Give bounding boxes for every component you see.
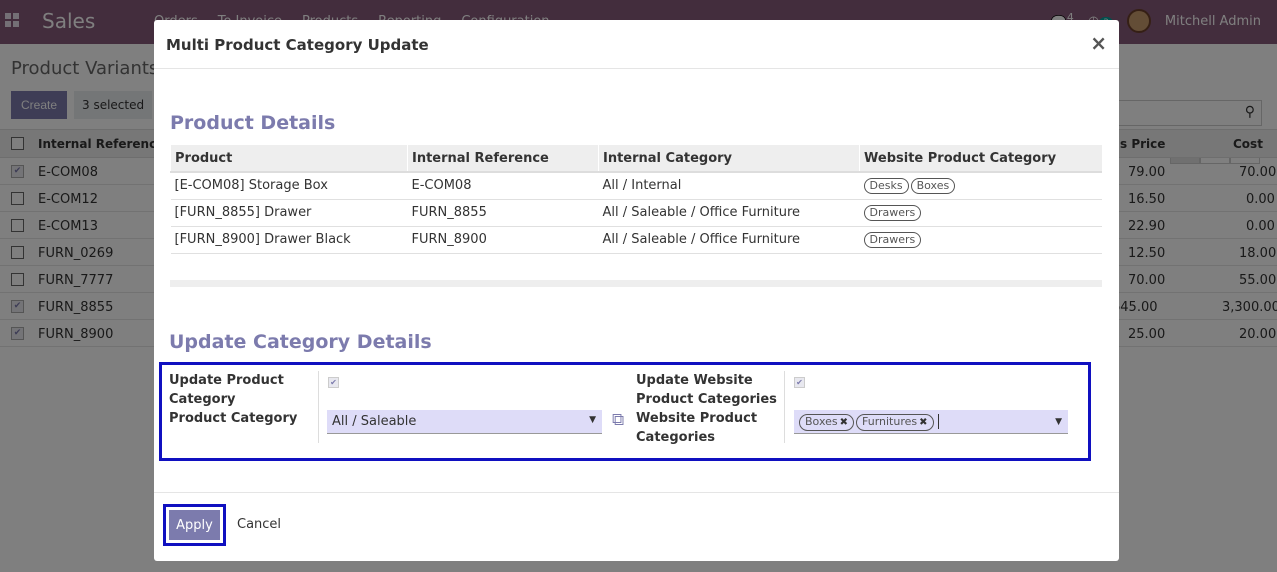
- website-categories-input[interactable]: Boxes ✖ Furnitures ✖ ▼: [794, 410, 1068, 434]
- header-product: Product: [170, 145, 408, 173]
- tag: Boxes: [910, 177, 956, 194]
- website-category-tags: Drawers: [859, 199, 1102, 227]
- tag: Drawers: [863, 231, 922, 248]
- multi-category-update-dialog: Multi Product Category Update × Product …: [154, 20, 1119, 561]
- product-category: All / Internal: [598, 172, 860, 200]
- remove-tag-icon[interactable]: ✖: [840, 417, 848, 428]
- product-category-value: All / Saleable: [332, 414, 417, 429]
- website-categories-label: Website Product Categories: [636, 411, 758, 445]
- tag-label: Furnitures: [862, 415, 918, 428]
- modal-title: Multi Product Category Update: [166, 36, 429, 54]
- divider: [318, 371, 319, 443]
- product-category-select[interactable]: All / Saleable ▼: [327, 410, 602, 434]
- header-internal-reference: Internal Reference: [407, 145, 599, 173]
- product-ref: E-COM08: [407, 172, 599, 200]
- product-name: [FURN_8855] Drawer: [170, 199, 408, 227]
- tag: Desks: [863, 177, 909, 194]
- close-icon[interactable]: ×: [1090, 31, 1107, 55]
- tag-furnitures: Furnitures ✖: [856, 414, 934, 431]
- product-ref: FURN_8900: [407, 226, 599, 254]
- website-category-tags: Desks Boxes: [859, 172, 1102, 200]
- update-details-title: Update Category Details: [169, 331, 432, 353]
- header-website-category: Website Product Category: [859, 145, 1102, 173]
- tag-label: Boxes: [805, 415, 838, 428]
- table-row: [E-COM08] Storage Box E-COM08 All / Inte…: [170, 172, 1102, 200]
- apply-highlight: Apply: [163, 504, 226, 546]
- product-ref: FURN_8855: [407, 199, 599, 227]
- header-internal-category: Internal Category: [598, 145, 860, 173]
- website-category-tags: Drawers: [859, 226, 1102, 254]
- update-website-categories-label: Update Website Product Categories: [636, 373, 777, 407]
- product-name: [FURN_8900] Drawer Black: [170, 226, 408, 254]
- modal-header: Multi Product Category Update ×: [154, 20, 1119, 69]
- update-category-form: Update Product Category ✔ Product Catego…: [159, 362, 1091, 461]
- modal-footer: Apply Cancel: [154, 492, 1119, 561]
- chevron-down-icon[interactable]: ▼: [1055, 417, 1062, 427]
- product-details-title: Product Details: [170, 112, 336, 134]
- update-product-category-checkbox[interactable]: ✔: [328, 377, 339, 388]
- chevron-down-icon[interactable]: ▼: [589, 415, 596, 425]
- product-details-table: Product Internal Reference Internal Cate…: [170, 145, 1102, 254]
- update-product-category-label: Update Product Category: [169, 373, 284, 407]
- product-category-label: Product Category: [169, 411, 298, 426]
- product-category: All / Saleable / Office Furniture: [598, 199, 860, 227]
- remove-tag-icon[interactable]: ✖: [919, 417, 927, 428]
- product-category: All / Saleable / Office Furniture: [598, 226, 860, 254]
- apply-button[interactable]: Apply: [169, 510, 220, 540]
- text-cursor: [937, 414, 939, 429]
- tag: Drawers: [863, 204, 922, 221]
- divider: [784, 371, 785, 443]
- cancel-button[interactable]: Cancel: [237, 517, 281, 532]
- product-name: [E-COM08] Storage Box: [170, 172, 408, 200]
- table-row: [FURN_8900] Drawer Black FURN_8900 All /…: [170, 226, 1102, 254]
- table-footer: [170, 280, 1102, 287]
- external-link-icon[interactable]: ⧉: [612, 410, 624, 430]
- tag-boxes: Boxes ✖: [799, 414, 854, 431]
- table-row: [FURN_8855] Drawer FURN_8855 All / Salea…: [170, 199, 1102, 227]
- update-website-categories-checkbox[interactable]: ✔: [794, 377, 805, 388]
